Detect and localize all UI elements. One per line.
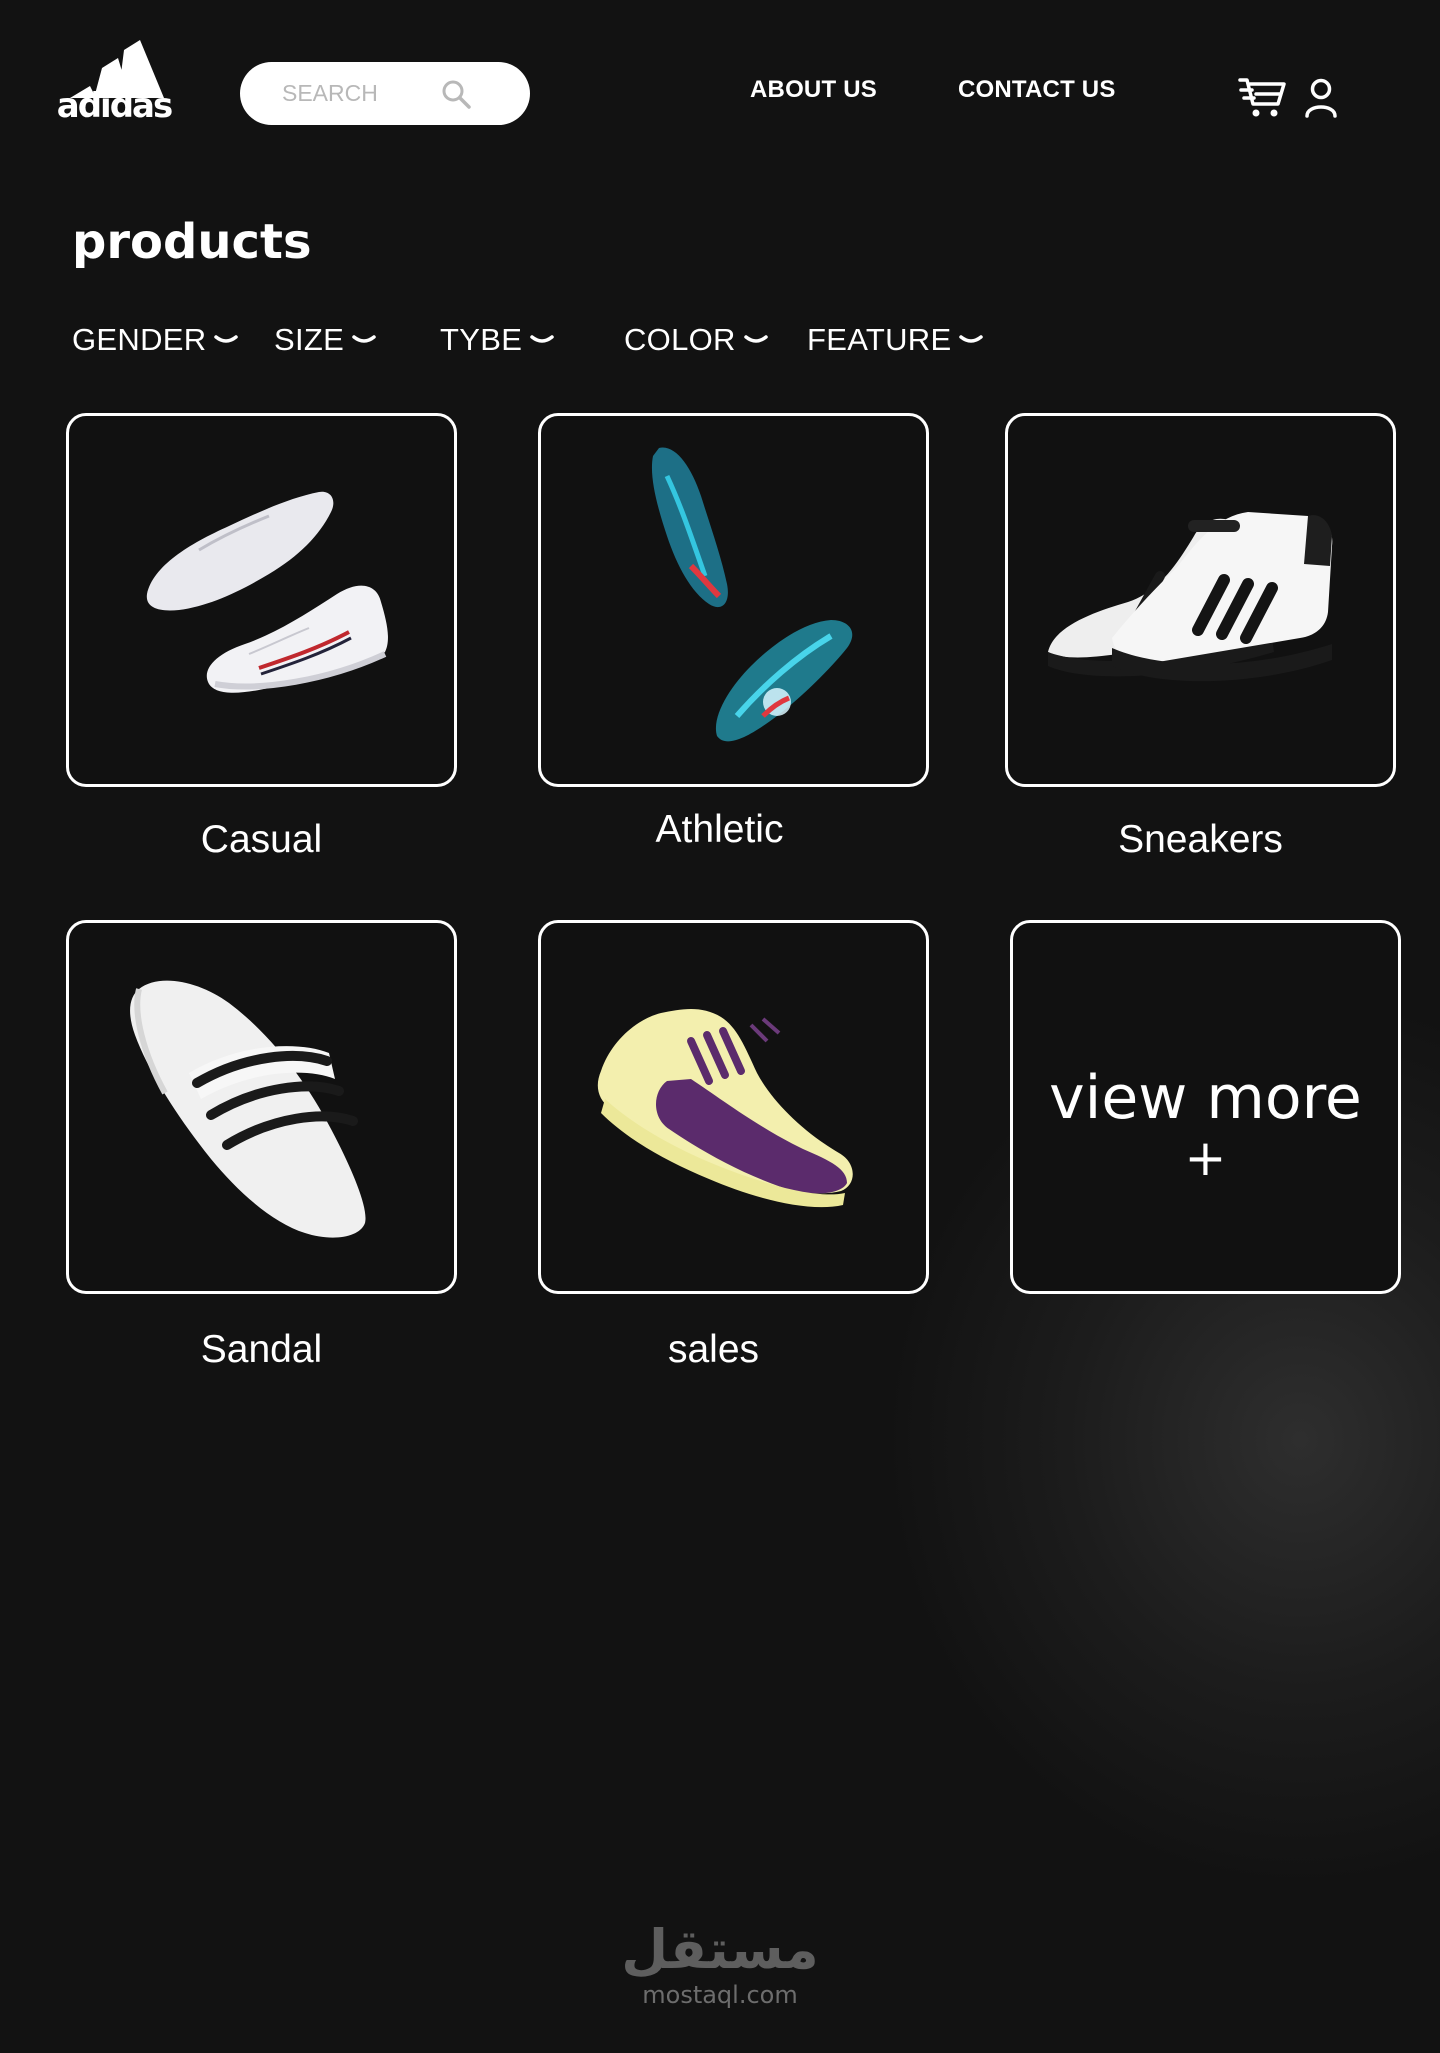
filter-feature[interactable]: FEATURE <box>807 318 984 362</box>
search-icon[interactable] <box>440 78 472 110</box>
sandal-image <box>130 980 366 1238</box>
view-more-button[interactable]: view more + <box>1010 920 1401 1294</box>
chevron-down-icon <box>352 335 376 343</box>
sneakers-image <box>1048 512 1333 682</box>
product-card-sales[interactable] <box>538 920 929 1294</box>
logo-wordmark: adidas <box>56 86 173 126</box>
search-input[interactable] <box>282 76 442 110</box>
adidas-logo[interactable]: adidas <box>52 40 176 126</box>
chevron-down-icon <box>959 335 984 343</box>
product-label-sneakers: Sneakers <box>1118 818 1283 861</box>
chevron-down-icon <box>530 335 554 343</box>
chevron-down-icon <box>744 335 768 343</box>
filter-color[interactable]: COLOR <box>624 318 768 362</box>
filter-label: COLOR <box>624 322 736 357</box>
product-card-athletic[interactable] <box>538 413 929 787</box>
filter-size[interactable]: SIZE <box>274 318 376 362</box>
site-header: adidas ABOUT US CONTACT US <box>0 0 1440 190</box>
product-label-casual: Casual <box>200 818 323 861</box>
page-title: products <box>72 214 312 270</box>
filter-bar: GENDER SIZE TYBE COLOR FEATURE <box>72 318 1072 362</box>
plus-icon: + <box>1184 1129 1227 1187</box>
casual-shoe-image <box>146 491 388 693</box>
product-label-sales: sales <box>667 1328 760 1371</box>
view-more-label: view more <box>1049 1063 1362 1133</box>
watermark-arabic: مستقل <box>621 1918 819 1981</box>
filter-label: SIZE <box>274 322 345 357</box>
filter-gender[interactable]: GENDER <box>72 318 239 362</box>
filter-label: FEATURE <box>807 322 952 357</box>
filter-label: GENDER <box>72 322 207 357</box>
sales-shoe-image <box>597 1009 853 1208</box>
product-card-sneakers[interactable] <box>1005 413 1396 787</box>
nav-about-us[interactable]: ABOUT US <box>750 76 877 104</box>
user-icon[interactable] <box>1304 78 1338 118</box>
cart-icon[interactable] <box>1238 74 1288 120</box>
chevron-down-icon <box>214 335 239 343</box>
product-card-sandal[interactable] <box>66 920 457 1294</box>
athletic-boot-image <box>651 447 853 742</box>
mostaql-watermark: مستقل mostaql.com <box>620 1920 820 2010</box>
product-label-sandal: Sandal <box>200 1328 323 1371</box>
nav-contact-us[interactable]: CONTACT US <box>958 76 1116 104</box>
filter-type[interactable]: TYBE <box>440 318 554 362</box>
watermark-latin: mostaql.com <box>642 1981 798 2009</box>
filter-label: TYBE <box>440 322 523 357</box>
product-label-athletic: Athletic <box>655 808 784 851</box>
product-card-casual[interactable] <box>66 413 457 787</box>
search-bar[interactable] <box>240 62 530 125</box>
products-page: adidas ABOUT US CONTACT US products <box>0 0 1440 2053</box>
